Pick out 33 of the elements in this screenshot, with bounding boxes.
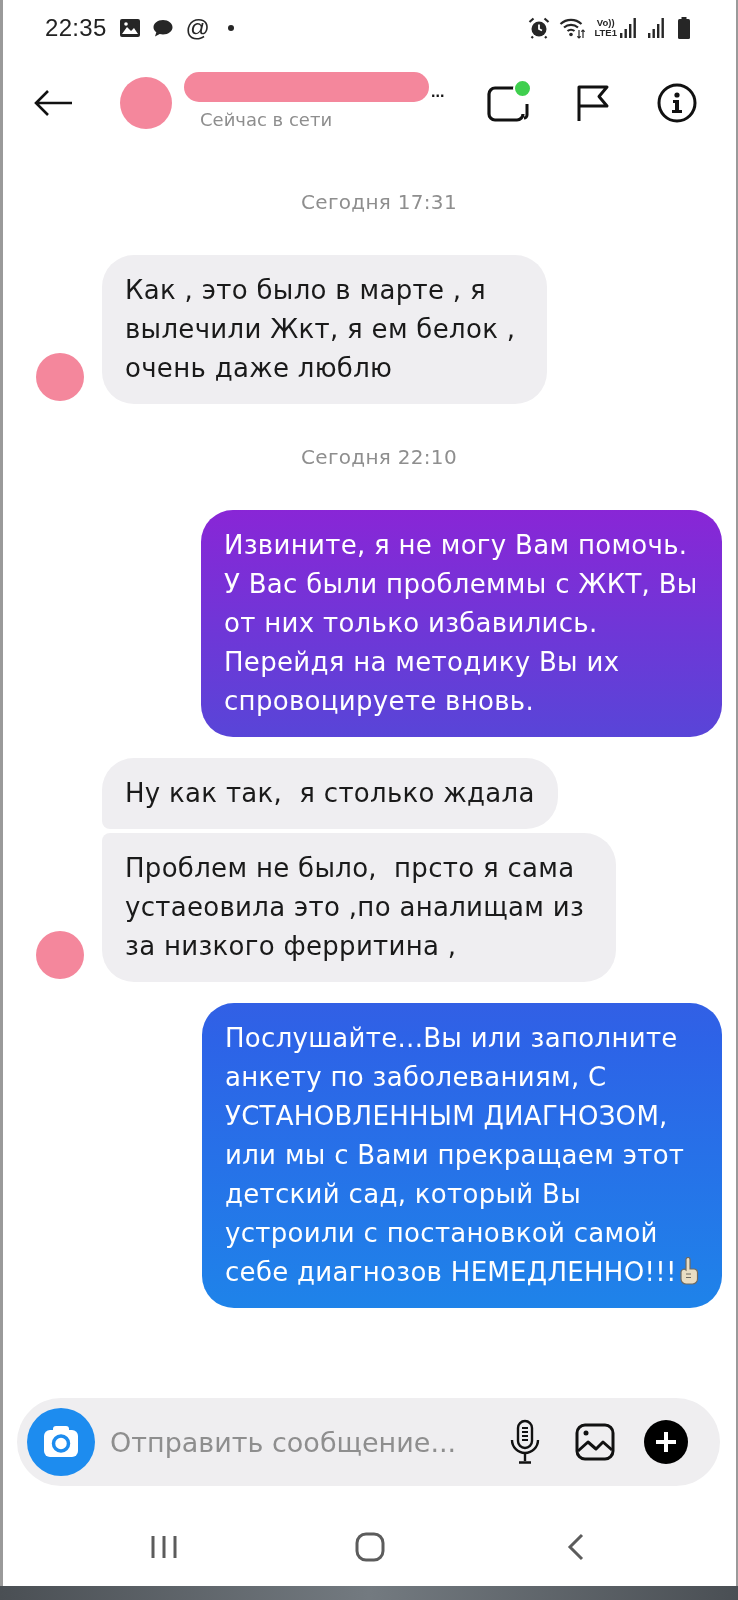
online-status-text: Сейчас в сети xyxy=(200,108,334,131)
gallery-icon[interactable] xyxy=(575,1423,615,1461)
signal-bars-icon xyxy=(620,18,636,38)
timestamp: Сегодня 17:31 xyxy=(301,189,457,215)
back-arrow-icon[interactable] xyxy=(33,89,73,117)
volte-label: Vo)) xyxy=(596,18,615,28)
timestamp: Сегодня 22:10 xyxy=(301,444,457,470)
image-icon xyxy=(119,19,140,37)
at-sign-notification: @ xyxy=(185,16,210,40)
camera-icon[interactable] xyxy=(27,1408,95,1476)
message-composer[interactable]: Отправить сообщение... xyxy=(17,1398,720,1486)
clock-time: 22:35 xyxy=(45,14,107,42)
battery-icon xyxy=(678,17,690,39)
message-text: Послушайте...Вы или заполните анкету по заболеваниям, С УСТАНОВЛЕННЫМ ДИАГНОЗОМ, или мы с Вами прекращаем этот детский сад, который Вы устроили с постановкой самой себе диагнозов НЕМЕДЛЕННО!!! xyxy=(225,1023,686,1287)
flag-icon[interactable] xyxy=(576,85,610,121)
back-chevron-icon[interactable] xyxy=(567,1533,585,1561)
message-text: Проблем не было, прсто я сама устаеовила это ,по аналищам из за низкого ферритина , xyxy=(125,853,586,961)
contact-name[interactable]: ... xyxy=(431,83,445,100)
alarm-clock-icon xyxy=(528,17,551,39)
signal-bars-icon xyxy=(648,18,664,38)
message-input[interactable]: Отправить сообщение... xyxy=(110,1422,497,1462)
microphone-icon[interactable] xyxy=(509,1419,541,1465)
plus-circle-icon[interactable] xyxy=(644,1420,688,1464)
home-icon[interactable] xyxy=(355,1532,385,1562)
message-text: Ну как так, я столько ждала xyxy=(125,778,535,808)
message-text: Извините, я не могу Вам помочь. У Вас были проблеммы с ЖКТ, Вы от них только избавились. Перейдя на методику Вы их спровоцируете вновь. xyxy=(224,530,699,716)
wifi-icon xyxy=(559,17,586,39)
chat-bubble-icon xyxy=(152,19,173,37)
message-text: Как , это было в марте , я вылечили Жкт, я ем белок , очень даже люблю xyxy=(125,275,517,383)
notification-dot-icon xyxy=(227,25,234,31)
info-icon[interactable] xyxy=(657,83,697,123)
lte-label: LTE1 xyxy=(594,28,617,38)
recent-apps-icon[interactable] xyxy=(150,1535,178,1559)
